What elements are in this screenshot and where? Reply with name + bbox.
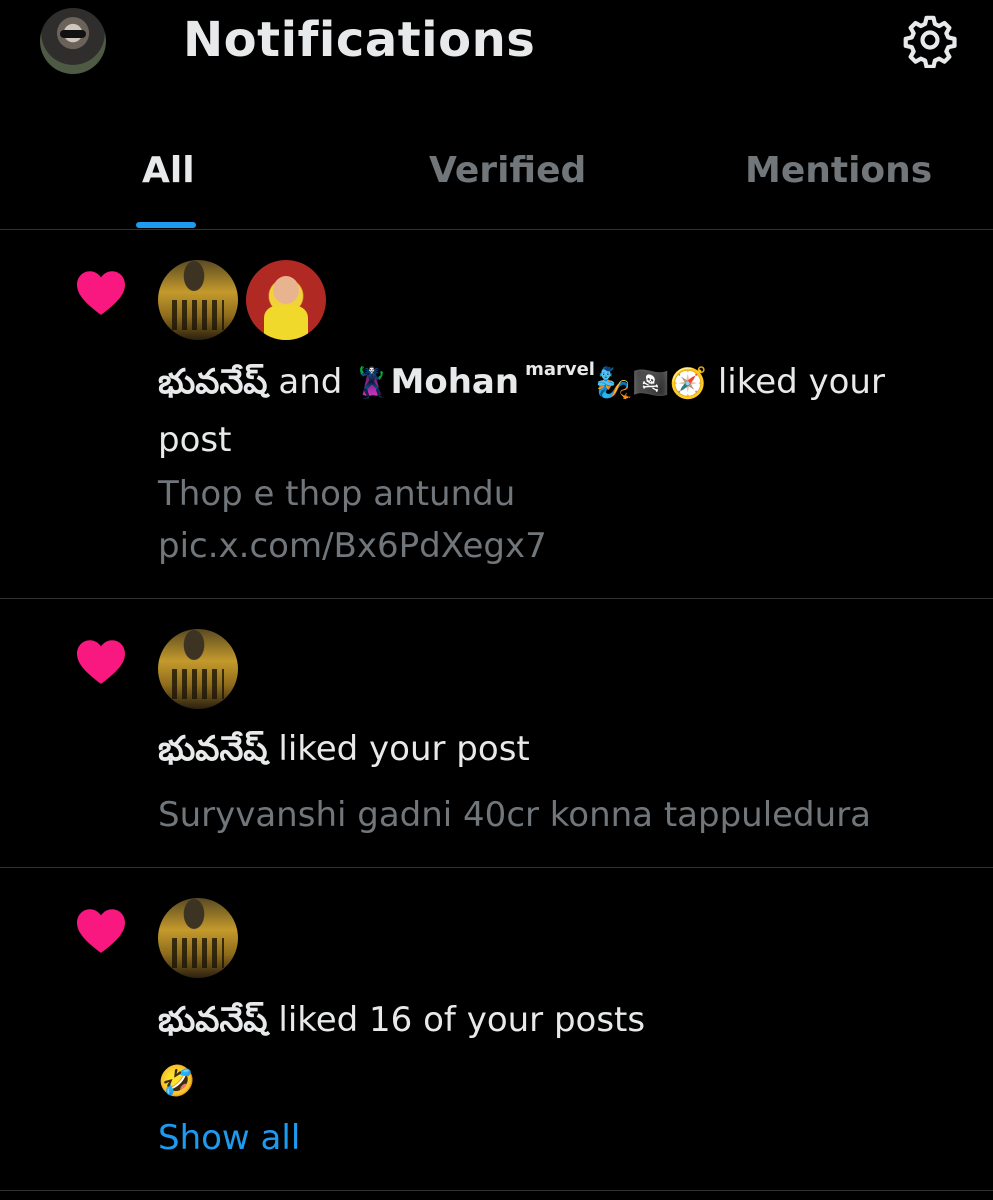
header: Notifications [0,0,993,90]
tab-all[interactable]: All [142,150,195,191]
villain-emoji: 🦹 [353,366,391,401]
action-text: liked your [717,362,885,402]
tab-verified[interactable]: Verified [429,150,586,191]
post-preview: 🤣 [158,1064,196,1099]
post-preview: Suryvanshi gadni 40cr konna tappuledura [158,795,872,835]
name-superscript: marvel [525,359,595,380]
action-text: liked your post [278,729,530,769]
active-tab-indicator [136,222,196,228]
profile-avatar[interactable] [40,8,106,74]
notification-item[interactable]: భువనేష్ liked your post Suryvanshi gadni… [0,599,993,868]
notification-item[interactable]: భువనేష్ and 🦹Mohan marvel🧞🏴‍☠️🧭 liked you… [0,230,993,599]
notification-text: భువనేష్ liked your post [158,729,530,777]
heart-icon [77,909,125,953]
actor-name[interactable]: భువనేష్ [158,729,268,769]
avatar[interactable] [246,260,326,340]
page-title: Notifications [183,12,536,68]
action-text: liked 16 of your posts [278,1000,646,1040]
heart-icon [77,271,125,315]
notification-tabs: All Verified Mentions [0,130,993,230]
actor-name[interactable]: భువనేష్ [158,362,268,402]
action-text-cont: post [158,420,232,460]
actor-name[interactable]: భువనేష్ [158,1000,268,1040]
tab-mentions[interactable]: Mentions [745,150,932,191]
actor-name[interactable]: Mohan [391,362,520,402]
gear-icon[interactable] [902,12,958,68]
name-emojis: 🧞🏴‍☠️🧭 [594,366,708,401]
connector-text: and [278,362,343,402]
notification-text: భువనేష్ liked 16 of your posts [158,1000,645,1048]
avatar[interactable] [158,898,238,978]
avatar[interactable] [158,629,238,709]
notification-item[interactable]: భువనేష్ liked 16 of your posts 🤣 Show al… [0,868,993,1191]
show-all-link[interactable]: Show all [158,1118,300,1158]
heart-icon [77,640,125,684]
notification-text: భువనేష్ and 🦹Mohan marvel🧞🏴‍☠️🧭 liked you… [158,359,885,410]
avatar[interactable] [158,260,238,340]
post-link[interactable]: pic.x.com/Bx6PdXegx7 [158,526,547,566]
post-preview: Thop e thop antundu [158,474,516,514]
